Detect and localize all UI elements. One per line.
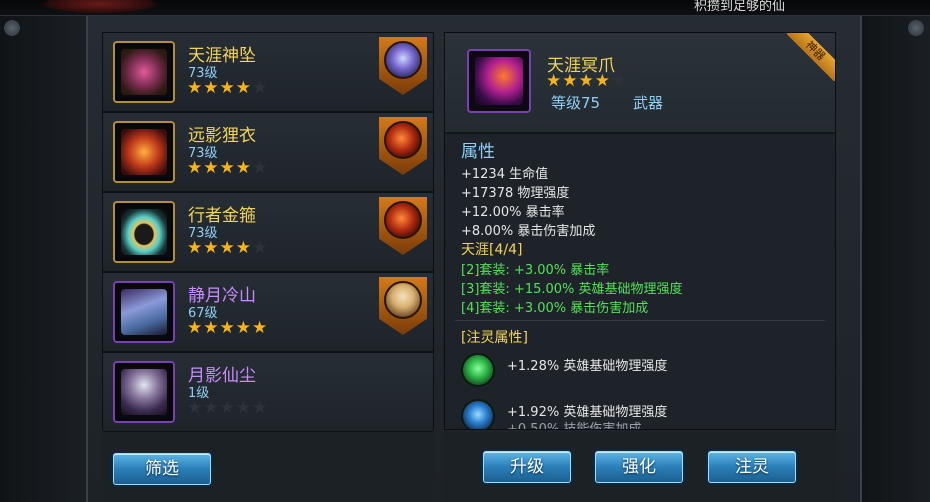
top-bar: 积攒到足够的仙 (0, 0, 930, 16)
infuse-button[interactable]: 注灵 (708, 451, 796, 483)
hero-badge[interactable] (379, 37, 427, 95)
set-bonus-line: [4]套装: +3.00% 暴击伤害加成 (461, 301, 649, 316)
star-rating: ★★★★★ (187, 78, 269, 98)
star-rating: ★★★★★ (187, 238, 269, 258)
set-bonus-line: [2]套装: +3.00% 暴击率 (461, 263, 610, 278)
divider (455, 320, 825, 321)
emblem-icon (40, 0, 160, 14)
enhance-button[interactable]: 强化 (595, 451, 683, 483)
star-rating: ★★★★★ (187, 318, 269, 338)
attribute-line: +17378 物理强度 (461, 186, 570, 201)
list-item[interactable]: 静月冷山 67级 ★★★★★ (103, 273, 433, 353)
hero-portrait-icon (384, 41, 422, 79)
hero-badge[interactable] (379, 277, 427, 335)
upgrade-button[interactable]: 升级 (483, 451, 571, 483)
boots-icon (113, 281, 175, 343)
spirit-title: [注灵属性] (461, 330, 528, 346)
attributes-scroll-area[interactable]: +1234 生命值 +17378 物理强度 +12.00% 暴击率 +8.00%… (445, 153, 835, 429)
set-bonus-line: [3]套装: +15.00% 英雄基础物理强度 (461, 282, 683, 297)
right-side-panel (862, 16, 930, 502)
list-item[interactable]: 月影仙尘 1级 ★★★★★ (103, 353, 433, 433)
robe-icon (113, 361, 175, 423)
rivet-icon (4, 20, 20, 36)
list-item[interactable]: 天涯神坠 73级 ★★★★★ (103, 33, 433, 113)
detail-item-type: 武器 (633, 94, 664, 112)
item-detail-panel: 天涯冥爪 ★★★★★ 等级75 武器 神器 属性 +1234 生命值 +1737… (444, 32, 836, 430)
blue-spirit-orb-icon (461, 399, 495, 429)
detail-star-rating: ★★★★★ (546, 71, 628, 91)
hero-badge[interactable] (379, 117, 427, 175)
hero-portrait-icon (384, 201, 422, 239)
artifact-ribbon: 神器 (787, 33, 835, 81)
detail-item-level: 等级75 (551, 94, 601, 112)
star-rating: ★★★★★ (187, 158, 269, 178)
star-rating: ★★★★★ (187, 398, 269, 418)
headband-icon (113, 201, 175, 263)
list-item[interactable]: 远影狸衣 73级 ★★★★★ (103, 113, 433, 193)
top-note: 积攒到足够的仙 (693, 0, 785, 14)
green-spirit-orb-icon (461, 353, 495, 387)
equipment-list: 天涯神坠 73级 ★★★★★ 远影狸衣 73级 ★★★★★ 行者金箍 73级 ★… (102, 32, 434, 433)
hero-portrait-icon (384, 281, 422, 319)
attribute-line: +12.00% 暴击率 (461, 205, 565, 220)
armor-icon (113, 121, 175, 183)
spirit-attribute-line: +0.50% 技能伤害加成 (507, 418, 641, 429)
set-title: 天涯[4/4] (461, 242, 523, 258)
attribute-line: +1234 生命值 (461, 167, 549, 182)
pendant-icon (113, 41, 175, 103)
rivet-icon (908, 20, 924, 36)
spirit-attribute-line: +1.28% 英雄基础物理强度 (507, 359, 668, 374)
left-side-panel (0, 16, 86, 502)
hero-badge[interactable] (379, 197, 427, 255)
list-item[interactable]: 行者金箍 73级 ★★★★★ (103, 193, 433, 273)
filter-button[interactable]: 筛选 (113, 453, 211, 485)
ribbon-label: 神器 (787, 33, 835, 81)
hero-portrait-icon (384, 121, 422, 159)
claw-weapon-icon (467, 49, 531, 113)
attribute-line: +8.00% 暴击伤害加成 (461, 224, 596, 239)
detail-header: 天涯冥爪 ★★★★★ 等级75 武器 神器 (445, 33, 835, 134)
